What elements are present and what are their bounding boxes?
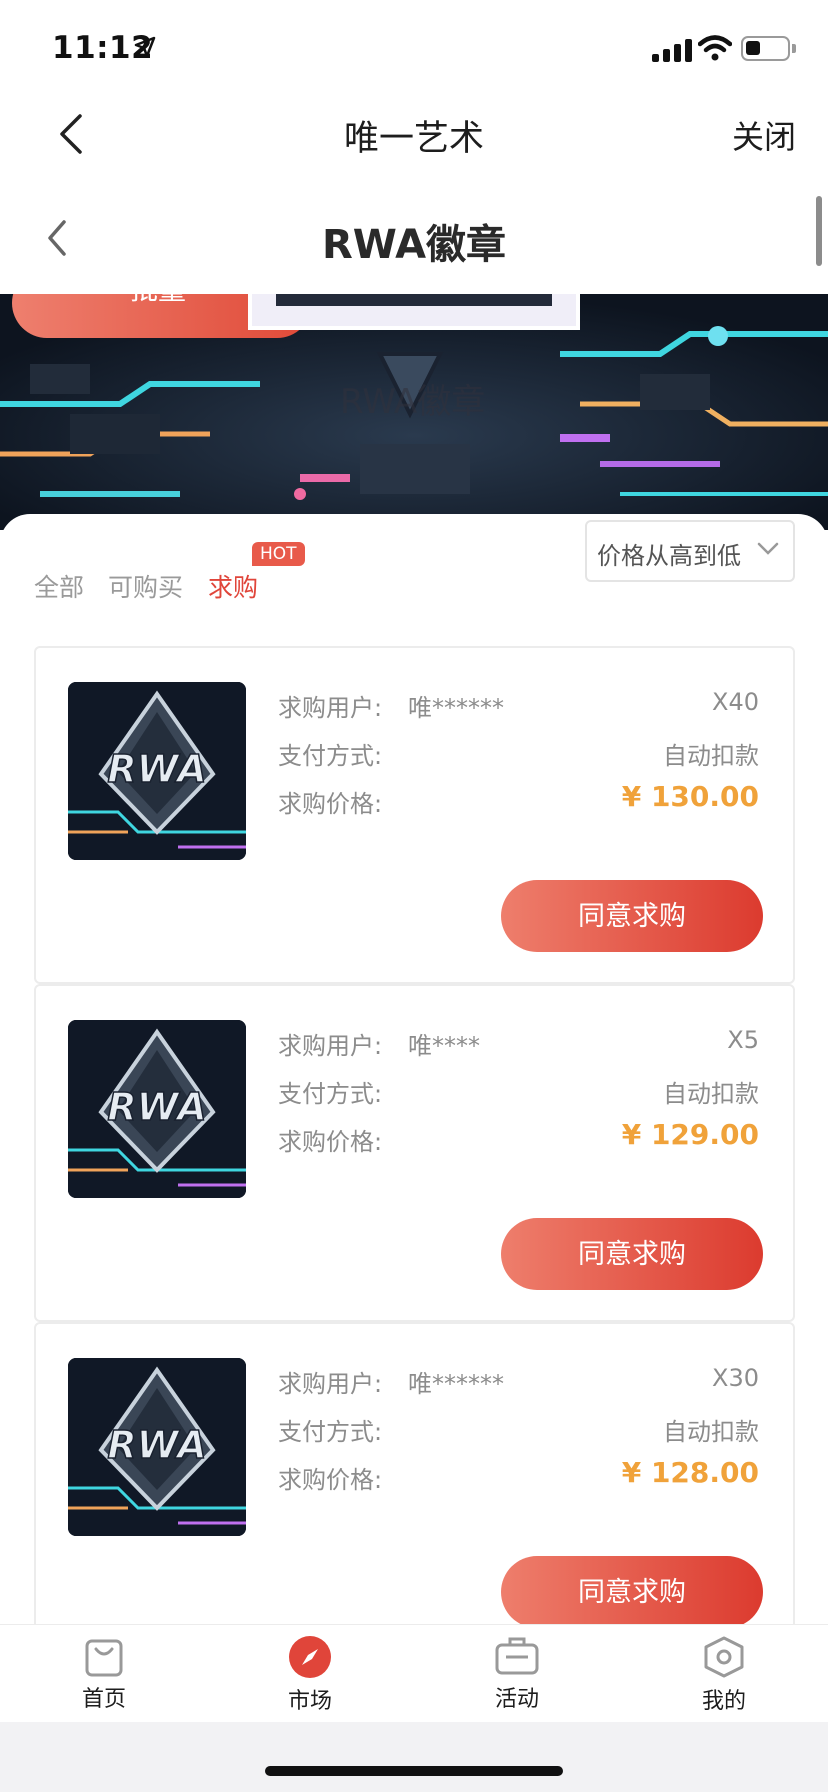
tab-home-label: 首页 (81, 1687, 126, 1712)
agree-buy-button[interactable]: 同意求购 (501, 1218, 763, 1290)
tab-mine[interactable]: 我的 (664, 1635, 784, 1715)
order-quantity: X30 (712, 1364, 759, 1392)
svg-text:RWA: RWA (107, 1423, 206, 1467)
order-price: ¥ 128.00 (621, 1456, 759, 1489)
batch-action-label: 批量 (130, 294, 186, 308)
close-button[interactable]: 关闭 (732, 112, 796, 158)
banner-ghost-title: RWA徽章 (340, 382, 486, 422)
tab-all[interactable]: 全部 (34, 568, 84, 604)
order-price: ¥ 129.00 (621, 1118, 759, 1151)
svg-text:RWA: RWA (107, 747, 206, 791)
price-label: 求购价格: (278, 1128, 383, 1156)
bottom-tab-bar: 首页 市场 活动 我的 (0, 1624, 828, 1722)
payment-label: 支付方式: (278, 742, 383, 770)
hot-badge: HOT (252, 542, 305, 566)
agree-buy-button[interactable]: 同意求购 (501, 880, 763, 952)
chevron-down-icon (757, 542, 779, 555)
tab-market[interactable]: 市场 (250, 1635, 370, 1715)
home-indicator[interactable] (265, 1766, 563, 1776)
buyer-label: 求购用户: (278, 694, 383, 722)
battery-nub (792, 44, 796, 53)
tab-activity-label: 活动 (494, 1687, 539, 1712)
wifi-icon (698, 35, 732, 61)
location-arrow-icon (134, 36, 156, 58)
battery-icon (741, 36, 790, 61)
tab-market-label: 市场 (287, 1689, 332, 1714)
price-label: 求购价格: (278, 790, 383, 818)
badge-thumbnail: RWA (68, 1358, 246, 1536)
price-label: 求购价格: (278, 1466, 383, 1494)
order-quantity: X5 (727, 1026, 759, 1054)
tab-mine-label: 我的 (701, 1689, 746, 1714)
nav-title: 唯一艺术 (343, 119, 484, 159)
page-title: RWA徽章 (321, 222, 507, 268)
sort-dropdown[interactable]: 价格从高到低 (585, 520, 795, 582)
svg-text:RWA: RWA (107, 1085, 206, 1129)
buyer-name: 唯**** (408, 1032, 480, 1060)
buyer-label: 求购用户: (278, 1370, 383, 1398)
collection-cover-thumb (248, 294, 580, 330)
tab-available[interactable]: 可购买 (108, 568, 183, 604)
buy-order-card: RWA 求购用户: 唯****** X40 支付方式: 自动扣款 求购价格: ¥… (34, 646, 795, 984)
shopping-bag-icon (85, 1639, 123, 1677)
hexagon-icon (704, 1636, 744, 1678)
home-indicator-area (0, 1722, 828, 1792)
tab-activity[interactable]: 活动 (457, 1635, 577, 1713)
badge-thumbnail: RWA (68, 1020, 246, 1198)
briefcase-icon (495, 1637, 539, 1675)
tab-home[interactable]: 首页 (44, 1635, 164, 1713)
buy-order-card: RWA 求购用户: 唯**** X5 支付方式: 自动扣款 求购价格: ¥ 12… (34, 984, 795, 1322)
buy-order-card: RWA 求购用户: 唯****** X30 支付方式: 自动扣款 求购价格: ¥… (34, 1322, 795, 1624)
buyer-name: 唯****** (408, 1370, 504, 1398)
page-header: RWA徽章 (0, 180, 828, 294)
scrollbar[interactable] (816, 196, 822, 266)
collection-banner: 批量 RWA徽章 (0, 294, 828, 530)
agree-buy-button[interactable]: 同意求购 (501, 1556, 763, 1624)
payment-label: 支付方式: (278, 1080, 383, 1108)
buyer-name: 唯****** (408, 694, 504, 722)
payment-method: 自动扣款 (663, 1080, 759, 1108)
order-price: ¥ 130.00 (621, 780, 759, 813)
sort-label: 价格从高到低 (597, 542, 741, 570)
content-sheet: 全部 可购买 求购 HOT 价格从高到低 RWA 求购用户: 唯****** X… (0, 514, 828, 1624)
payment-method: 自动扣款 (663, 742, 759, 770)
payment-method: 自动扣款 (663, 1418, 759, 1446)
badge-thumbnail: RWA (68, 682, 246, 860)
tab-wanted[interactable]: 求购 (208, 568, 258, 604)
compass-icon (289, 1636, 331, 1678)
cellular-signal-icon (652, 38, 692, 62)
payment-label: 支付方式: (278, 1418, 383, 1446)
app-nav-bar: 唯一艺术 关闭 (0, 92, 828, 180)
buyer-label: 求购用户: (278, 1032, 383, 1060)
order-quantity: X40 (712, 688, 759, 716)
status-bar: 11:12 (0, 0, 828, 92)
